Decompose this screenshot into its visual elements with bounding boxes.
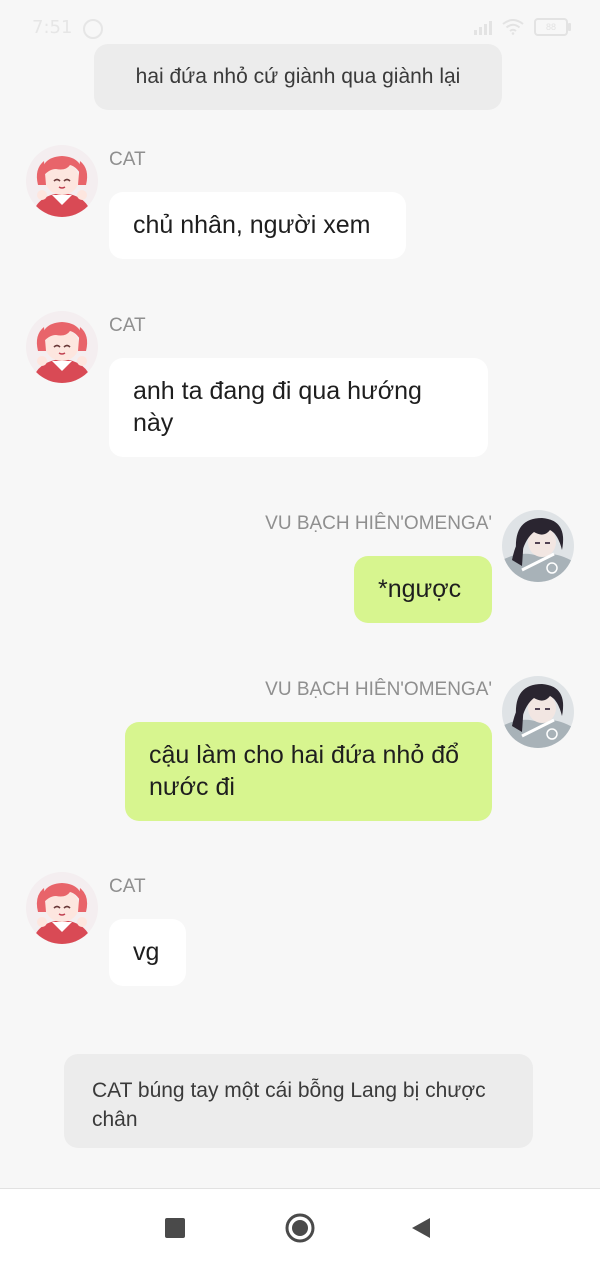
message-bubble[interactable]: anh ta đang đi qua hướng này: [109, 358, 488, 457]
sender-name: CAT: [109, 315, 146, 336]
recents-square-icon[interactable]: [165, 1218, 185, 1238]
anime-girl-avatar-icon: [26, 145, 98, 217]
status-indicators: 88: [474, 18, 571, 36]
cat-avatar[interactable]: [26, 872, 98, 944]
vu-avatar[interactable]: [502, 510, 574, 582]
wifi-icon: [502, 19, 524, 35]
message-bubble[interactable]: vg: [109, 919, 186, 986]
anime-girl-avatar-icon: [26, 311, 98, 383]
battery-icon: 88: [534, 18, 571, 36]
vu-avatar[interactable]: [502, 676, 574, 748]
cat-avatar[interactable]: [26, 311, 98, 383]
anime-girl-avatar-icon: [26, 872, 98, 944]
home-circle-icon[interactable]: [285, 1213, 315, 1243]
back-triangle-icon[interactable]: [410, 1216, 432, 1240]
sender-name: VU BẠCH HIÊN'OMENGA': [265, 679, 492, 700]
message-text: cậu làm cho hai đứa nhỏ đổ nước đi: [149, 741, 459, 801]
anime-boy-avatar-icon: [502, 676, 574, 748]
sender-name: CAT: [109, 149, 146, 170]
signal-icon: [474, 19, 492, 35]
sender-name: VU BẠCH HIÊN'OMENGA': [265, 513, 492, 534]
status-time: 7:51: [32, 17, 73, 38]
message-bubble[interactable]: cậu làm cho hai đứa nhỏ đổ nước đi: [125, 722, 492, 821]
message-text: anh ta đang đi qua hướng này: [133, 377, 422, 437]
narration-text: hai đứa nhỏ cứ giành qua giành lại: [135, 65, 461, 88]
message-text: *ngược: [378, 575, 462, 603]
battery-level: 88: [545, 22, 556, 32]
cat-avatar[interactable]: [26, 145, 98, 217]
anime-boy-avatar-icon: [502, 510, 574, 582]
message-text: chủ nhân, người xem: [133, 211, 371, 239]
sender-name: CAT: [109, 876, 146, 897]
narration-box: hai đứa nhỏ cứ giành qua giành lại: [94, 44, 502, 110]
message-bubble[interactable]: *ngược: [354, 556, 492, 623]
notification-icon: [83, 19, 103, 39]
message-text: vg: [133, 938, 160, 966]
narration-text: CAT búng tay một cái bỗng Lang bị chược …: [92, 1079, 486, 1131]
system-nav-bar: [0, 1188, 600, 1268]
narration-box: CAT búng tay một cái bỗng Lang bị chược …: [64, 1054, 533, 1148]
message-bubble[interactable]: chủ nhân, người xem: [109, 192, 406, 259]
